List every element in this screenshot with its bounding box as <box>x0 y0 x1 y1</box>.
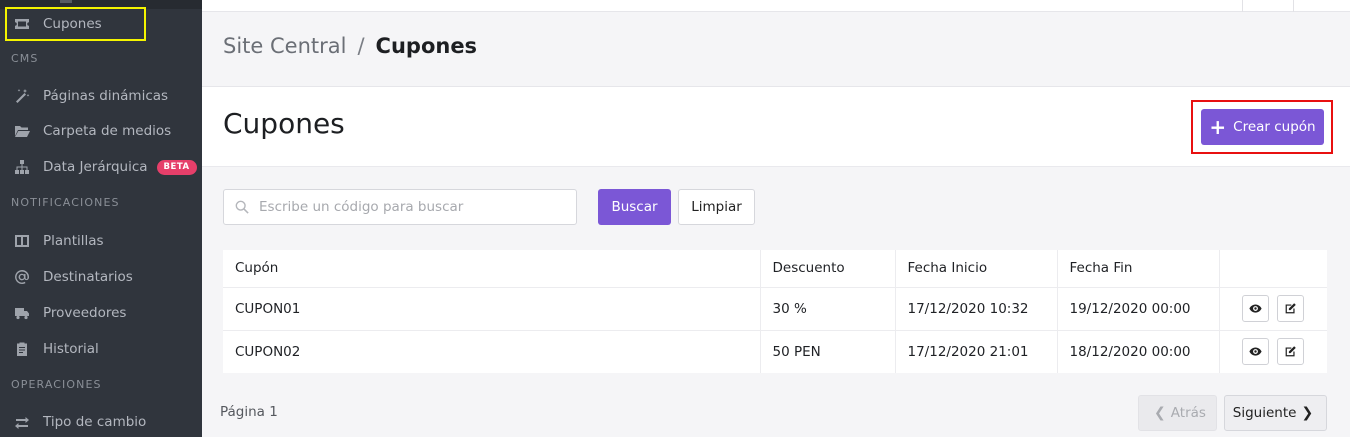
column-header-actions <box>1219 250 1327 288</box>
sidebar-item-historial[interactable]: Historial <box>0 334 202 364</box>
sidebar-item-label: Carpeta de medios <box>43 123 172 139</box>
edit-button[interactable] <box>1276 295 1304 322</box>
breadcrumb-current: Cupones <box>375 34 478 58</box>
sitemap-icon <box>12 159 32 175</box>
sidebar-item-label: Páginas dinámicas <box>43 88 169 104</box>
columns-icon <box>12 233 32 249</box>
header-divider <box>1293 0 1294 12</box>
column-header-fecha-inicio: Fecha Inicio <box>895 250 1058 288</box>
cell-discount: 50 PEN <box>760 330 896 373</box>
page-indicator: Página 1 <box>220 404 278 420</box>
edit-button[interactable] <box>1276 338 1304 366</box>
breadcrumb-bar: Site Central / Cupones <box>202 12 1350 87</box>
cell-discount: 30 % <box>760 287 896 331</box>
sidebar-item-label: Historial <box>43 341 99 357</box>
sidebar-item-plantillas[interactable]: Plantillas <box>0 226 202 256</box>
column-header-descuento: Descuento <box>760 250 896 288</box>
header-divider <box>1242 0 1243 12</box>
cell-start-date: 17/12/2020 21:01 <box>895 330 1058 373</box>
cell-coupon-code: CUPON01 <box>223 287 761 331</box>
view-button[interactable] <box>1241 295 1269 322</box>
sidebar-item-destinatarios[interactable]: Destinatarios <box>0 262 202 292</box>
coupons-table: Cupón Descuento Fecha Inicio Fecha Fin C… <box>223 250 1327 373</box>
sidebar-item-label: Plantillas <box>43 233 104 249</box>
column-header-fecha-fin: Fecha Fin <box>1057 250 1220 288</box>
cell-coupon-code: CUPON02 <box>223 330 761 373</box>
breadcrumb-root-link[interactable]: Site Central <box>223 34 346 58</box>
eye-icon <box>1248 347 1262 356</box>
top-header-bar <box>202 0 1350 12</box>
prev-page-button[interactable]: ❮ Atrás <box>1138 395 1217 431</box>
exchange-icon <box>12 414 32 430</box>
sidebar-item-tipo-cambio[interactable]: Tipo de cambio <box>0 407 202 437</box>
sidebar-item-proveedores[interactable]: Proveedores <box>0 298 202 328</box>
cell-actions <box>1219 330 1327 373</box>
search-button[interactable]: Buscar <box>598 189 671 225</box>
sidebar-item-label: Destinatarios <box>43 269 133 285</box>
chevron-right-icon: ❯ <box>1301 405 1314 421</box>
table-row: CUPON02 50 PEN 17/12/2020 21:01 18/12/20… <box>223 330 1327 373</box>
prev-page-label: Atrás <box>1170 405 1206 421</box>
sidebar-item-label: Proveedores <box>43 305 127 321</box>
cell-end-date: 19/12/2020 00:00 <box>1057 287 1220 331</box>
search-field <box>223 189 577 225</box>
view-button[interactable] <box>1241 338 1269 366</box>
clipboard-icon <box>12 341 32 357</box>
sidebar-item-carpeta-medios[interactable]: Carpeta de medios <box>0 116 202 146</box>
section-title-notificaciones: NOTIFICACIONES <box>11 196 120 209</box>
table-row: CUPON01 30 % 17/12/2020 10:32 19/12/2020… <box>223 287 1327 331</box>
section-title-cms: CMS <box>11 52 39 65</box>
cell-end-date: 18/12/2020 00:00 <box>1057 330 1220 373</box>
page-header: Cupones + Crear cupón <box>202 87 1350 167</box>
search-input[interactable] <box>259 199 559 215</box>
eye-icon <box>1248 304 1262 313</box>
clear-button[interactable]: Limpiar <box>678 189 755 225</box>
sidebar-item-label: Tipo de cambio <box>43 414 147 430</box>
highlight-box-create-coupon <box>1191 100 1333 154</box>
page-title: Cupones <box>223 107 345 140</box>
section-title-operaciones: OPERACIONES <box>11 378 102 391</box>
sidebar-item-data-jerarquica[interactable]: Data Jerárquica BETA <box>0 152 202 182</box>
cell-start-date: 17/12/2020 10:32 <box>895 287 1058 331</box>
sidebar-top-tip <box>60 0 72 3</box>
edit-icon <box>1285 303 1296 314</box>
search-icon <box>235 200 249 214</box>
edit-icon <box>1285 346 1296 357</box>
next-page-button[interactable]: Siguiente ❯ <box>1224 395 1327 431</box>
sidebar-item-label: Data Jerárquica <box>43 159 148 175</box>
folder-open-icon <box>12 123 32 139</box>
sidebar-item-paginas-dinamicas[interactable]: Páginas dinámicas <box>0 81 202 111</box>
at-sign-icon <box>12 269 32 285</box>
sidebar: Cupones CMS Páginas dinámicas Carpeta de… <box>0 0 202 437</box>
truck-icon <box>12 305 32 321</box>
beta-badge: BETA <box>156 159 197 175</box>
highlight-box-cupones <box>5 7 146 41</box>
breadcrumb-separator: / <box>357 34 365 58</box>
column-header-cupon: Cupón <box>223 250 761 288</box>
table-header-row: Cupón Descuento Fecha Inicio Fecha Fin <box>223 250 1327 288</box>
breadcrumb: Site Central / Cupones <box>223 34 477 58</box>
magic-wand-icon <box>12 88 32 104</box>
chevron-left-icon: ❮ <box>1154 405 1166 421</box>
cell-actions <box>1219 287 1327 331</box>
next-page-label: Siguiente <box>1232 405 1297 421</box>
